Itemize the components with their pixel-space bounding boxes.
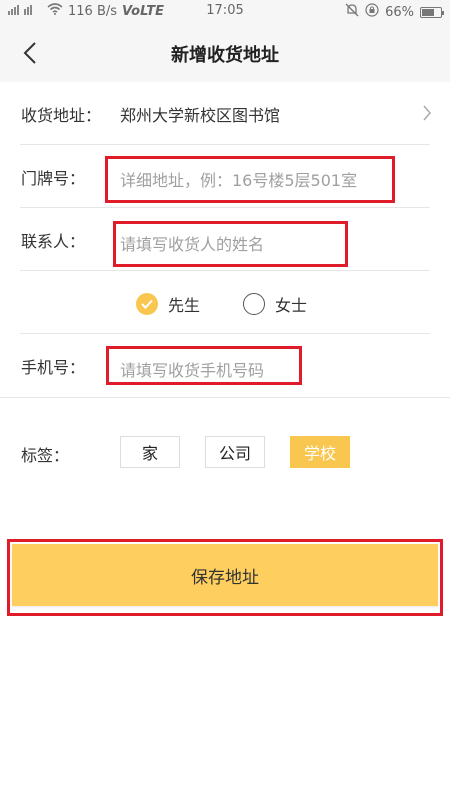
header-bar: 新增收货地址 bbox=[0, 24, 450, 82]
gender-option-mr[interactable]: 先生 bbox=[136, 292, 200, 316]
gender-label-ms: 女士 bbox=[275, 296, 308, 315]
gender-option-ms[interactable]: 女士 bbox=[243, 292, 307, 316]
rotation-lock-icon bbox=[365, 3, 379, 21]
divider bbox=[0, 397, 450, 398]
phone-label: 手机号： bbox=[21, 358, 86, 377]
chevron-right-icon bbox=[423, 105, 431, 121]
gender-label-mr: 先生 bbox=[168, 296, 201, 315]
status-bar: 116 B/s VoLTE 17:05 66% bbox=[0, 0, 450, 24]
door-number-label: 门牌号： bbox=[21, 169, 86, 188]
page-title: 新增收货地址 bbox=[171, 45, 279, 66]
tag-company[interactable]: 公司 bbox=[205, 436, 265, 468]
door-number-input[interactable]: 详细地址，例：16号楼5层501室 bbox=[120, 167, 357, 191]
phone-input[interactable]: 请填写收货手机号码 bbox=[120, 357, 264, 381]
battery-icon bbox=[420, 6, 444, 18]
checked-radio-icon bbox=[136, 293, 158, 315]
contact-label: 联系人： bbox=[21, 232, 86, 251]
address-row[interactable]: 收货地址： 郑州大学新校区图书馆 bbox=[0, 82, 450, 145]
battery-percent: 66% bbox=[385, 4, 414, 20]
mute-bell-icon bbox=[345, 3, 359, 21]
tag-school[interactable]: 学校 bbox=[290, 436, 350, 468]
save-button-highlight bbox=[7, 539, 443, 616]
tag-home[interactable]: 家 bbox=[120, 436, 180, 468]
radio-unchecked-icon bbox=[243, 293, 265, 315]
gender-row bbox=[0, 271, 450, 334]
address-label: 收货地址： bbox=[21, 106, 102, 125]
tag-label: 标签： bbox=[21, 446, 70, 465]
address-value: 郑州大学新校区图书馆 bbox=[120, 106, 281, 125]
contact-input[interactable]: 请填写收货人的姓名 bbox=[120, 231, 264, 255]
